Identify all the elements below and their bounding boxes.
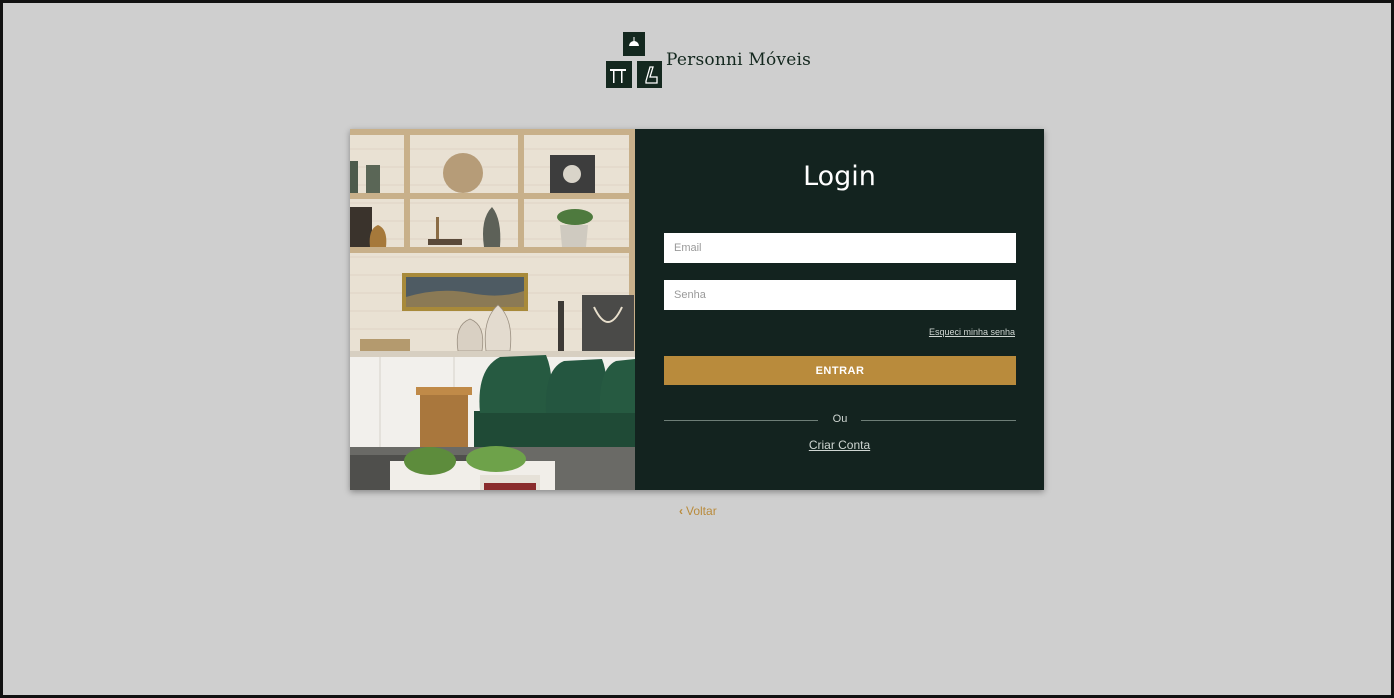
- email-field[interactable]: [664, 233, 1016, 263]
- divider-line-right: [861, 420, 1016, 421]
- login-button[interactable]: ENTRAR: [664, 356, 1016, 385]
- brand-logo: Personni Móveis: [606, 31, 811, 88]
- or-divider: Ou: [664, 413, 1016, 429]
- back-link[interactable]: ‹ Voltar: [679, 504, 717, 518]
- login-panel: Login Esqueci minha senha ENTRAR Ou Cria…: [635, 129, 1044, 490]
- create-account-link[interactable]: Criar Conta: [635, 438, 1044, 452]
- furniture-logo-icon: [606, 31, 662, 88]
- brand-name: Personni Móveis: [666, 49, 812, 70]
- chevron-left-icon: ‹: [679, 504, 683, 518]
- divider-label: Ou: [832, 413, 848, 425]
- back-label: Voltar: [686, 504, 717, 518]
- living-room-photo: [350, 129, 635, 490]
- password-field[interactable]: [664, 280, 1016, 310]
- login-card: Login Esqueci minha senha ENTRAR Ou Cria…: [350, 129, 1044, 490]
- login-title: Login: [803, 161, 876, 192]
- forgot-password-link[interactable]: Esqueci minha senha: [929, 327, 1015, 337]
